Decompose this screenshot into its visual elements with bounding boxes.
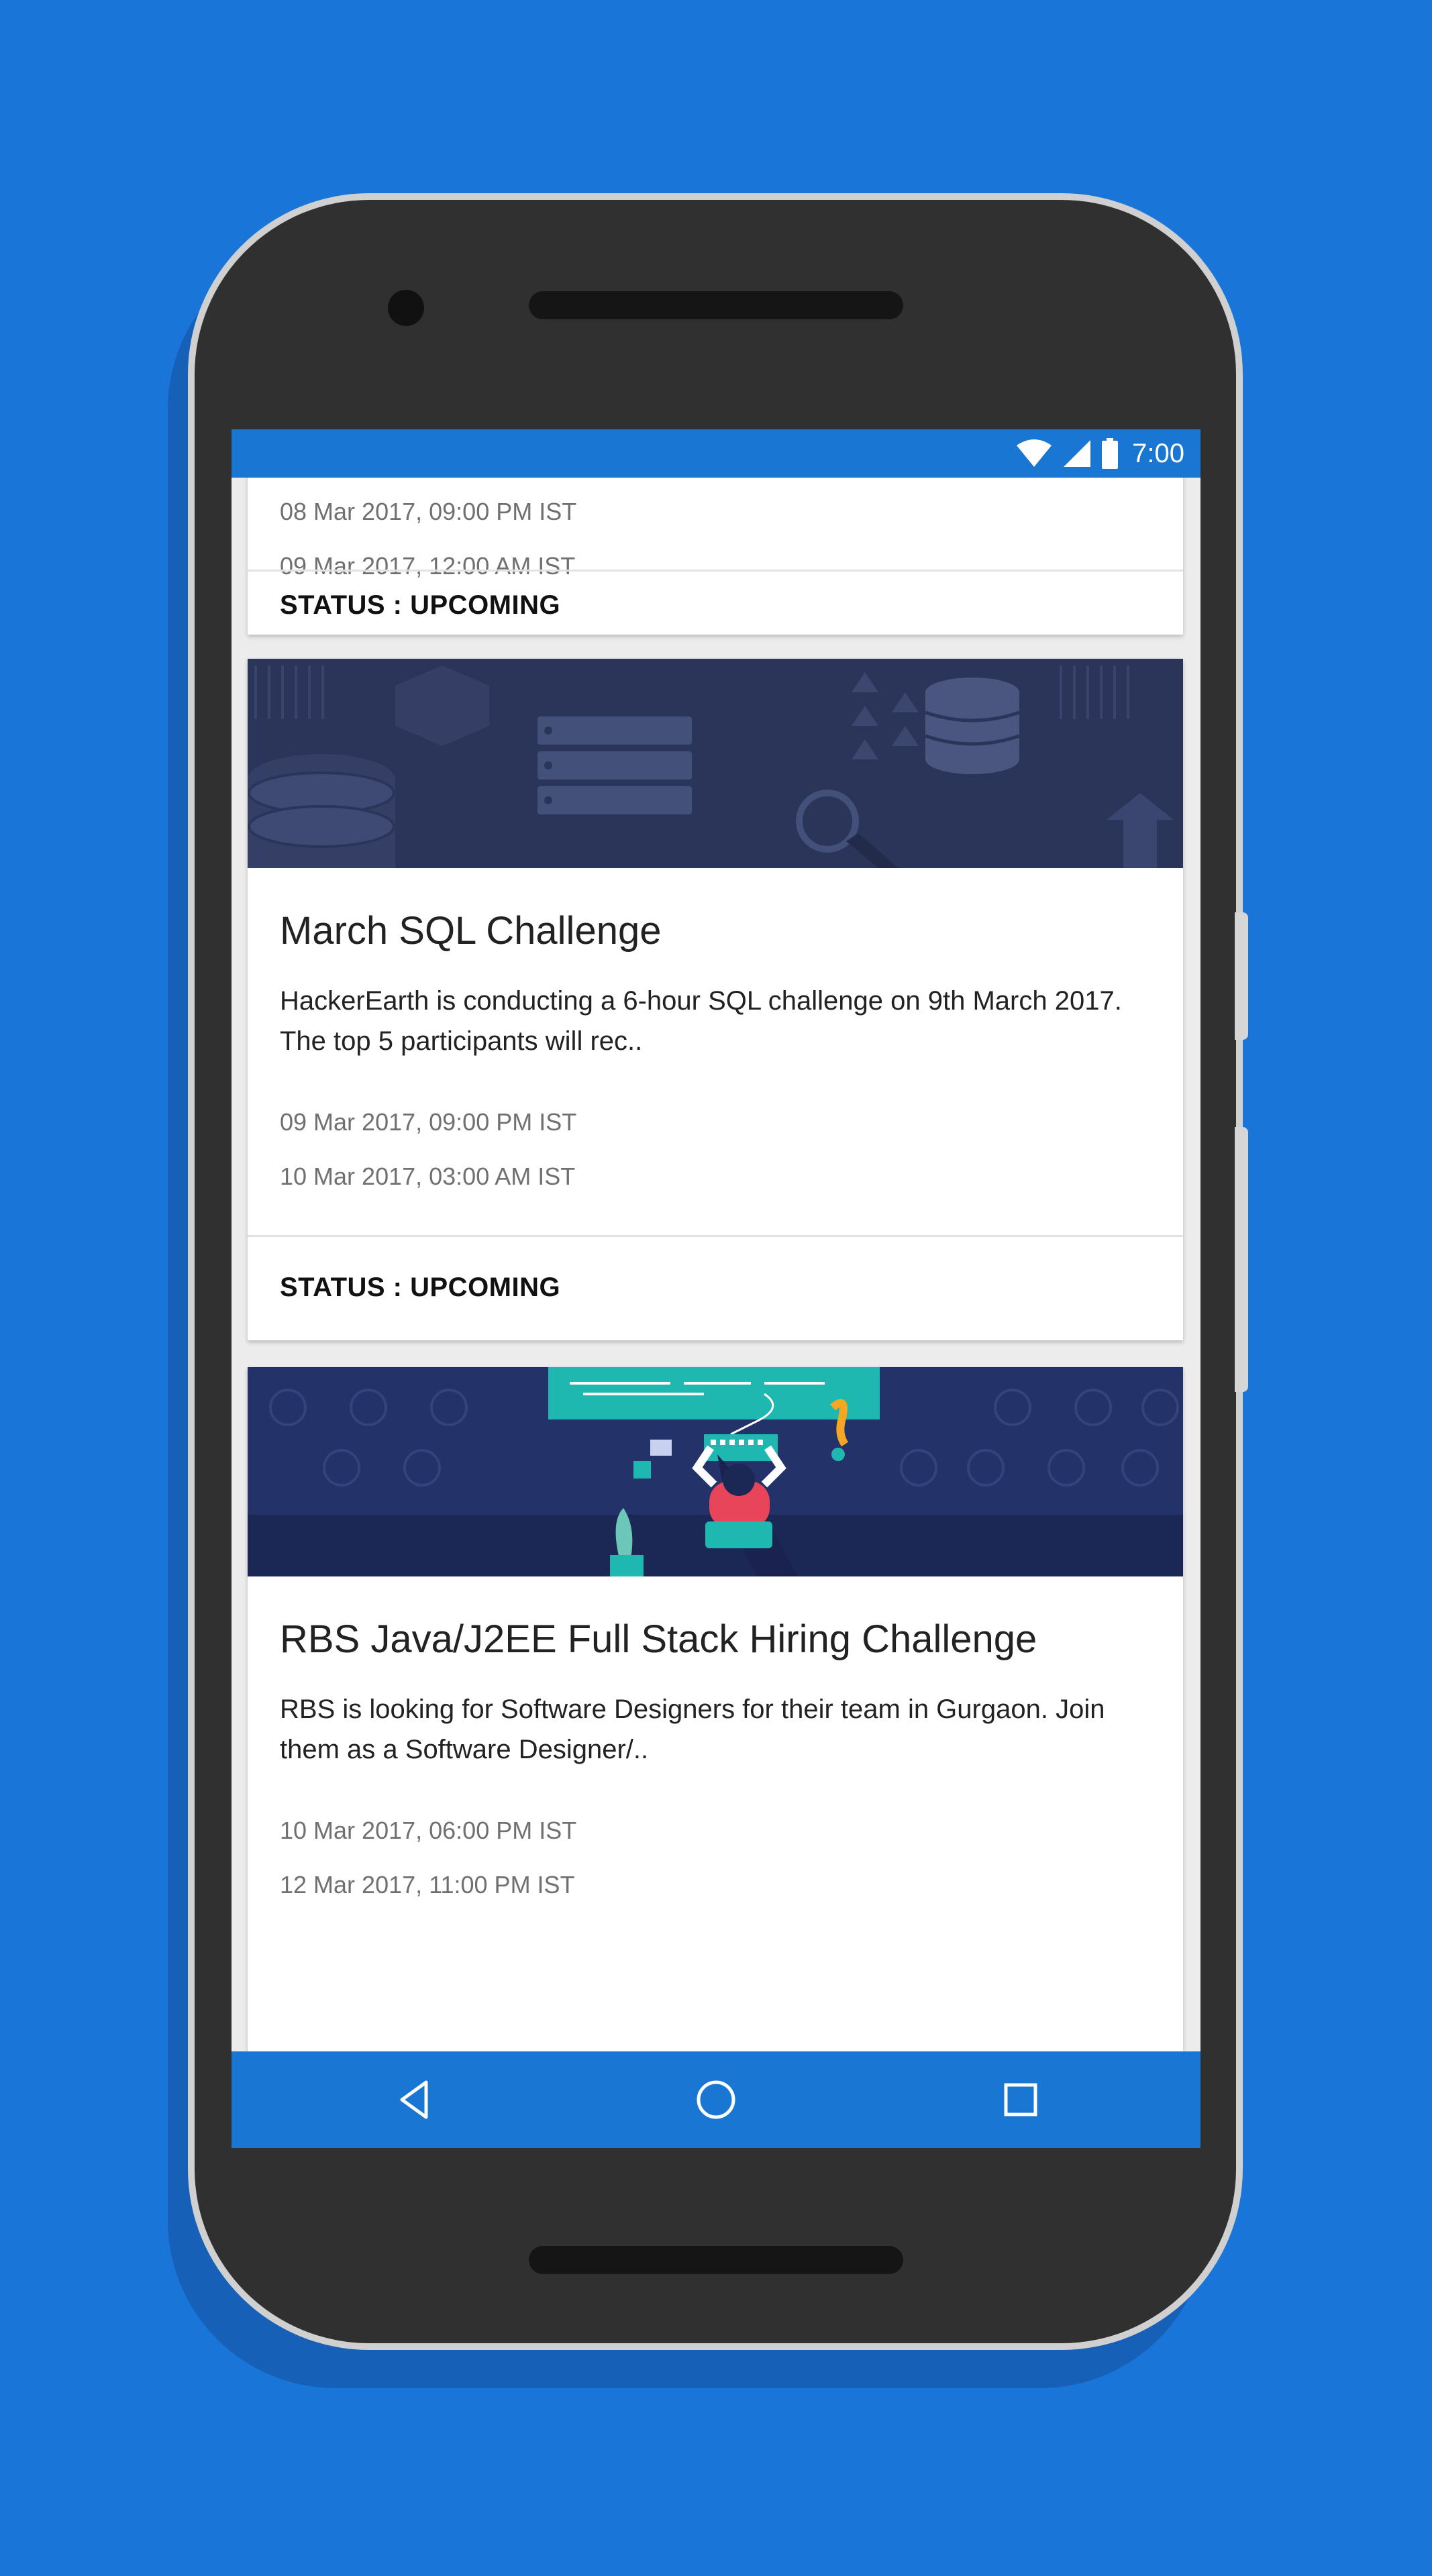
start-date: 10 Mar 2017, 06:00 PM IST — [280, 1817, 577, 1844]
challenge-title: RBS Java/J2EE Full Stack Hiring Challeng… — [280, 1617, 1037, 1661]
back-icon[interactable] — [391, 2077, 437, 2123]
end-date: 09 Mar 2017, 12:00 AM IST — [280, 552, 576, 580]
power-button — [1235, 912, 1248, 1040]
challenge-card[interactable]: 08 Mar 2017, 09:00 PM IST 09 Mar 2017, 1… — [248, 478, 1183, 635]
status-label: STATUS : UPCOMING — [280, 1273, 561, 1302]
status-icons: 7:00 — [1015, 436, 1184, 471]
rbs-banner-image — [248, 1367, 1183, 1576]
end-date: 10 Mar 2017, 03:00 AM IST — [280, 1163, 576, 1190]
start-date: 08 Mar 2017, 09:00 PM IST — [280, 498, 577, 525]
card-divider — [248, 1235, 1183, 1237]
earpiece-speaker — [529, 291, 903, 319]
challenge-description: RBS is looking for Software Designers fo… — [280, 1695, 1105, 1764]
volume-button — [1235, 1127, 1248, 1392]
phone-screen: 7:00 08 Mar 2017, 09:00 PM IST 09 Mar 20… — [232, 429, 1200, 2148]
signal-icon — [1064, 440, 1091, 467]
challenge-title: March SQL Challenge — [280, 909, 662, 953]
start-date: 09 Mar 2017, 09:00 PM IST — [280, 1108, 577, 1136]
battery-icon — [1102, 438, 1119, 469]
sql-banner-image — [248, 659, 1183, 868]
end-date: 12 Mar 2017, 11:00 PM IST — [280, 1871, 575, 1898]
challenge-description: HackerEarth is conducting a 6-hour SQL c… — [280, 986, 1122, 1056]
challenge-card[interactable]: RBS Java/J2EE Full Stack Hiring Challeng… — [248, 1367, 1183, 2051]
status-bar: 7:00 — [232, 429, 1200, 478]
front-camera — [388, 290, 424, 326]
challenge-list[interactable]: 08 Mar 2017, 09:00 PM IST 09 Mar 2017, 1… — [232, 478, 1200, 2051]
clock-time: 7:00 — [1132, 438, 1184, 468]
navigation-bar — [232, 2051, 1200, 2148]
home-icon[interactable] — [693, 2077, 739, 2123]
card-divider — [248, 570, 1183, 572]
challenge-card[interactable]: March SQL Challenge HackerEarth is condu… — [248, 659, 1183, 1340]
bottom-speaker — [529, 2246, 903, 2274]
status-label: STATUS : UPCOMING — [280, 590, 561, 620]
recents-icon[interactable] — [998, 2077, 1043, 2123]
wifi-icon — [1017, 439, 1052, 467]
